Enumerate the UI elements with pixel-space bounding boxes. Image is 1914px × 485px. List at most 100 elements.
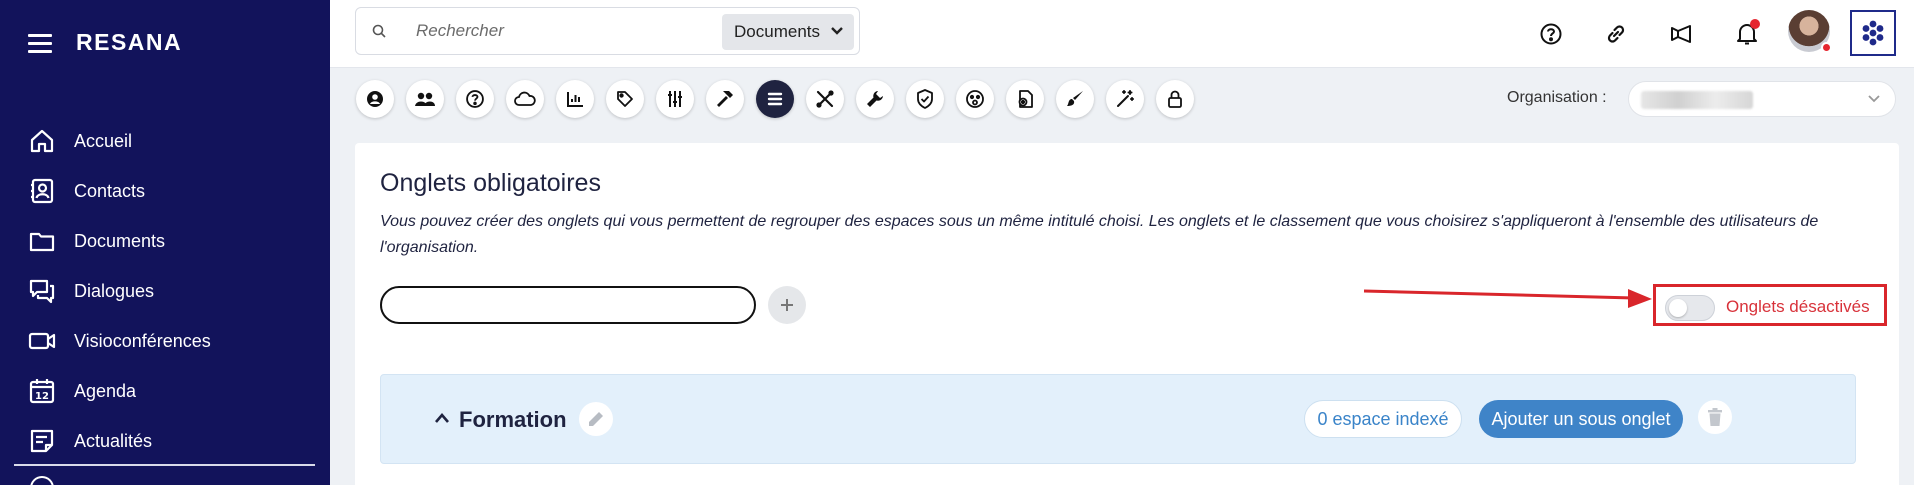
organisation-select[interactable] xyxy=(1628,81,1896,117)
apps-grid-icon xyxy=(1862,20,1884,46)
tool-wrench[interactable] xyxy=(856,80,894,118)
sidebar: RESANA Accueil Contacts Documents Dialog… xyxy=(0,0,330,485)
sidebar-item-agenda[interactable]: 12 Agenda xyxy=(28,366,318,416)
sidebar-divider xyxy=(14,464,315,466)
chevron-down-icon xyxy=(1868,95,1880,103)
sidebar-item-accueil[interactable]: Accueil xyxy=(28,116,318,166)
tool-shield[interactable] xyxy=(906,80,944,118)
search-icon xyxy=(372,24,386,38)
pencil-icon xyxy=(589,412,603,426)
notifications-button[interactable] xyxy=(1731,18,1763,50)
organisation-value-redacted xyxy=(1641,91,1753,109)
apps-button[interactable] xyxy=(1850,10,1896,56)
brush-icon xyxy=(1067,91,1083,106)
edit-tab-button[interactable] xyxy=(579,402,613,436)
status-badge xyxy=(1821,42,1832,53)
contacts-icon xyxy=(31,178,54,204)
panel-description: Vous pouvez créer des onglets qui vous p… xyxy=(380,213,1819,256)
search-bar: Documents xyxy=(355,7,860,55)
delete-tab-button[interactable] xyxy=(1698,400,1732,434)
toggle-knob xyxy=(1669,299,1687,317)
brand-logo: RESANA xyxy=(76,29,183,55)
chart-icon xyxy=(567,92,583,107)
sidebar-item-documents[interactable]: Documents xyxy=(28,216,318,266)
trash-icon xyxy=(1708,408,1722,426)
tool-cloud[interactable] xyxy=(506,80,544,118)
toggle-label: Onglets désactivés xyxy=(1726,297,1870,316)
megaphone-icon xyxy=(1671,25,1691,43)
tool-tools[interactable] xyxy=(806,80,844,118)
tool-brush[interactable] xyxy=(1056,80,1094,118)
sidebar-nav: Accueil Contacts Documents Dialogues Vis… xyxy=(28,116,318,466)
indexed-spaces-badge: 0 espace indexé xyxy=(1304,400,1462,438)
sidebar-item-actualites[interactable]: Actualités xyxy=(28,416,318,466)
chevron-down-icon xyxy=(831,27,843,35)
tool-hammer[interactable] xyxy=(706,80,744,118)
page-title: Onglets obligatoires xyxy=(380,169,601,197)
add-tab-button[interactable] xyxy=(768,286,806,324)
add-subtab-button[interactable]: Ajouter un sous onglet xyxy=(1479,400,1683,438)
sidebar-item-label: Dialogues xyxy=(74,280,155,301)
tool-list[interactable] xyxy=(756,80,794,118)
annotation-arrow xyxy=(1363,289,1652,308)
link-icon xyxy=(1607,25,1625,43)
lock-icon xyxy=(1168,90,1182,108)
search-scope-select[interactable]: Documents xyxy=(722,14,854,50)
help-button[interactable] xyxy=(1535,18,1567,50)
user-circle-icon xyxy=(367,91,383,107)
section-title: Formation xyxy=(459,407,567,432)
link-button[interactable] xyxy=(1600,18,1632,50)
tool-user[interactable] xyxy=(356,80,394,118)
tab-section-formation: Formation 0 espace indexé Ajouter un sou… xyxy=(380,374,1856,464)
group-icon xyxy=(415,92,435,106)
document-settings-icon xyxy=(1018,90,1033,108)
emoji-icon xyxy=(966,90,984,108)
magic-wand-icon xyxy=(1117,90,1134,107)
sidebar-item-label: Actualités xyxy=(74,430,153,451)
tabs-panel: Onglets obligatoires Vous pouvez créer d… xyxy=(355,143,1899,485)
announcement-button[interactable] xyxy=(1666,18,1698,50)
notification-badge xyxy=(1750,19,1760,29)
sliders-icon xyxy=(668,91,682,107)
settings-icon[interactable] xyxy=(30,476,54,485)
tool-lock[interactable] xyxy=(1156,80,1194,118)
tag-icon xyxy=(617,91,633,107)
help-circle-icon xyxy=(1540,23,1562,45)
tool-sliders[interactable] xyxy=(656,80,694,118)
help-circle-icon xyxy=(466,90,484,108)
menu-icon[interactable] xyxy=(28,34,52,53)
sidebar-item-contacts[interactable]: Contacts xyxy=(28,166,318,216)
sidebar-item-dialogues[interactable]: Dialogues xyxy=(28,266,318,316)
sidebar-item-label: Documents xyxy=(74,230,166,251)
video-icon xyxy=(28,332,56,350)
tool-magic-wand[interactable] xyxy=(1106,80,1144,118)
search-scope-label: Documents xyxy=(734,22,820,41)
sidebar-item-label: Contacts xyxy=(74,180,146,201)
cloud-icon xyxy=(514,91,536,106)
sidebar-item-label: Accueil xyxy=(74,130,133,151)
sidebar-item-label: Agenda xyxy=(74,380,137,401)
chevron-up-icon[interactable] xyxy=(434,412,450,424)
annotation-highlight: Onglets désactivés xyxy=(1653,284,1887,326)
tool-chart[interactable] xyxy=(556,80,594,118)
new-tab-input[interactable] xyxy=(380,286,756,324)
avatar[interactable] xyxy=(1788,10,1832,53)
organisation-label: Organisation : xyxy=(1507,89,1607,106)
svg-text:12: 12 xyxy=(35,391,49,402)
chat-icon xyxy=(29,279,55,304)
shield-check-icon xyxy=(917,89,933,109)
tool-document-settings[interactable] xyxy=(1006,80,1044,118)
tool-help[interactable] xyxy=(456,80,494,118)
folder-icon xyxy=(29,232,55,252)
sidebar-item-label: Visioconférences xyxy=(74,330,211,351)
tool-group[interactable] xyxy=(406,80,444,118)
sidebar-item-visioconferences[interactable]: Visioconférences xyxy=(28,316,318,366)
hammer-icon xyxy=(717,91,733,107)
tabs-toggle[interactable] xyxy=(1665,295,1715,321)
tool-emoji[interactable] xyxy=(956,80,994,118)
wrench-icon xyxy=(867,91,883,107)
tool-tag[interactable] xyxy=(606,80,644,118)
list-icon xyxy=(767,92,783,106)
tools-icon xyxy=(816,90,834,108)
calendar-icon: 12 xyxy=(29,379,55,404)
